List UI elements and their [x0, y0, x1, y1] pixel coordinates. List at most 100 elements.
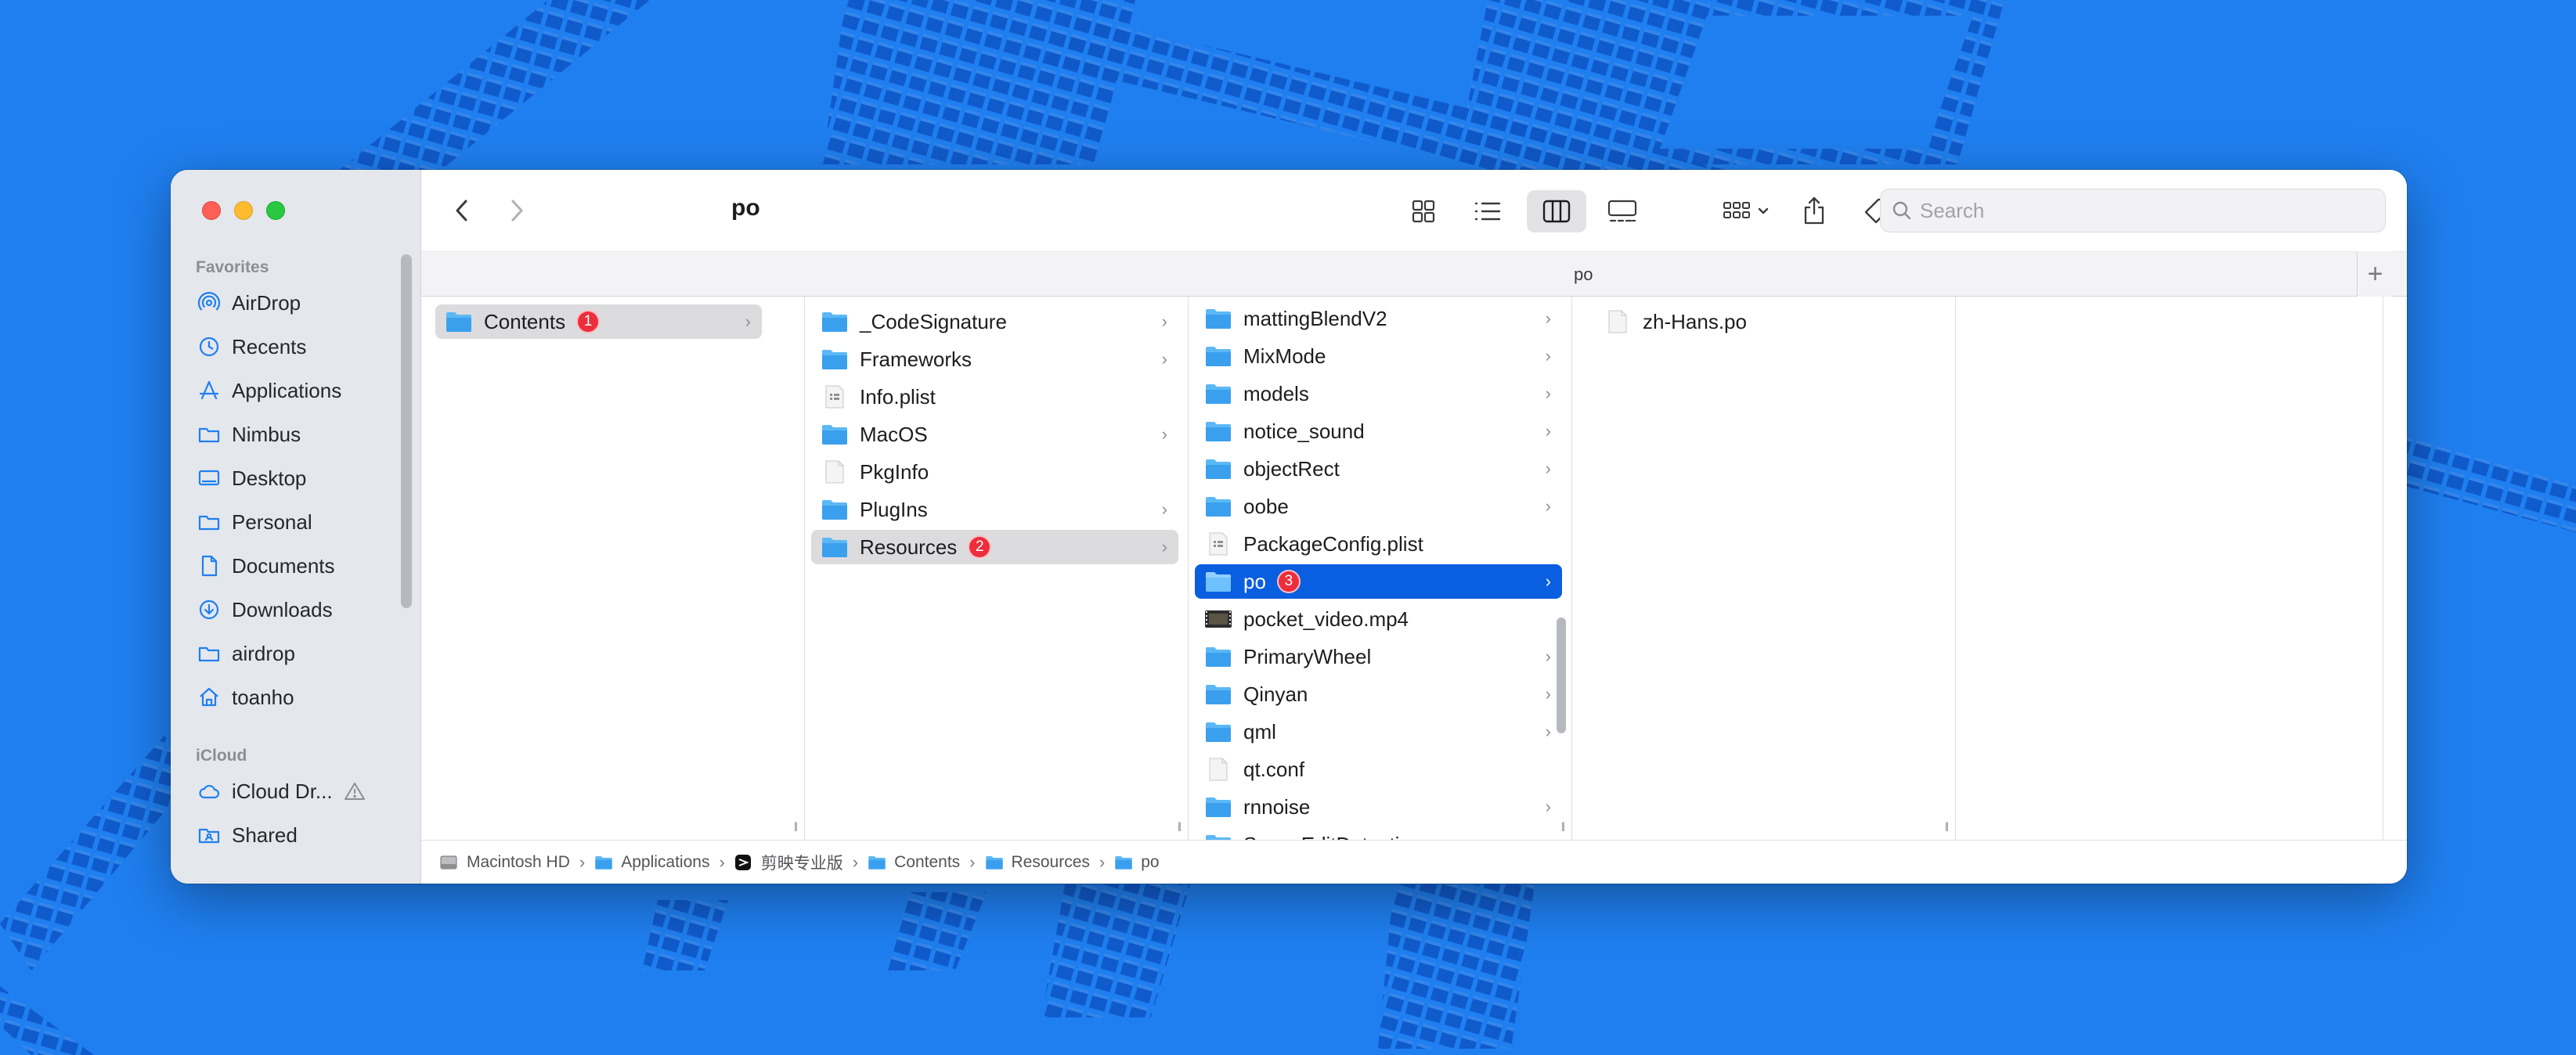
item-label: Resources	[860, 535, 958, 559]
list-item[interactable]: po 3 ›	[1195, 564, 1562, 599]
tag-badge: 2	[968, 535, 992, 559]
column-resize-handle[interactable]: ll	[1178, 821, 1182, 835]
sidebar-item-documents[interactable]: Documents	[197, 549, 335, 583]
folder-icon	[197, 423, 221, 446]
column-resize-handle[interactable]: ll	[794, 821, 798, 835]
gallery-view-button[interactable]	[1597, 192, 1647, 231]
folder-icon	[197, 510, 221, 534]
chevron-right-icon: ›	[1161, 537, 1167, 556]
list-item[interactable]: Info.plist	[811, 380, 1178, 414]
list-item[interactable]: models ›	[1195, 376, 1562, 411]
folder-icon	[594, 854, 615, 871]
path-item-resources[interactable]: Resources	[985, 853, 1090, 872]
path-item-label: 剪映专业版	[760, 854, 843, 873]
sidebar-item-airdrop-folder[interactable]: airdrop	[197, 636, 295, 671]
list-item[interactable]: Resources 2 ›	[811, 530, 1178, 564]
gallery-icon	[1607, 200, 1637, 222]
list-item[interactable]: PrimaryWheel ›	[1195, 639, 1562, 674]
column-scrollbar[interactable]	[1557, 618, 1566, 733]
sidebar-item-recents[interactable]: Recents	[197, 329, 306, 364]
path-separator: ›	[719, 852, 725, 872]
sidebar-item-personal[interactable]: Personal	[197, 505, 312, 539]
sidebar-item-label: toanho	[232, 685, 294, 709]
item-label: rnnoise	[1243, 794, 1311, 819]
tag-badge: 1	[576, 310, 601, 333]
sidebar-item-label: Documents	[232, 553, 335, 578]
column-resize-handle[interactable]: ll	[1561, 821, 1565, 835]
chevron-right-icon: ›	[1545, 346, 1551, 365]
search-field[interactable]	[1880, 189, 2386, 232]
list-item[interactable]: PkgInfo	[811, 455, 1178, 489]
list-item[interactable]: notice_sound ›	[1195, 414, 1562, 448]
path-item-macintosh-hd[interactable]: Macintosh HD	[440, 853, 570, 872]
sidebar-item-label: Desktop	[232, 466, 307, 490]
app-icon	[734, 854, 755, 871]
add-tab-button[interactable]: +	[2357, 251, 2393, 297]
sidebar-item-airdrop[interactable]: AirDrop	[197, 286, 301, 320]
list-item[interactable]: zh-Hans.po	[1594, 304, 1946, 339]
item-label: MixMode	[1243, 344, 1326, 368]
list-item[interactable]: oobe ›	[1195, 489, 1562, 524]
chevron-right-icon: ›	[1545, 383, 1551, 403]
list-item[interactable]: qt.conf	[1195, 752, 1562, 787]
forward-button[interactable]	[500, 193, 534, 228]
list-item[interactable]: mattingBlendV2 ›	[1195, 301, 1562, 336]
list-item[interactable]: pocket_video.mp4	[1195, 602, 1562, 636]
list-view-button[interactable]	[1463, 192, 1513, 231]
list-item[interactable]: objectRect ›	[1195, 452, 1562, 486]
sidebar-item-label: iCloud Dr...	[232, 779, 333, 803]
sidebar-item-downloads[interactable]: Downloads	[197, 592, 333, 627]
chevron-left-icon	[456, 200, 467, 221]
sidebar-item-desktop[interactable]: Desktop	[197, 461, 306, 495]
item-label: qml	[1243, 719, 1276, 744]
columns-icon	[1542, 200, 1571, 223]
back-button[interactable]	[445, 193, 479, 228]
folder-icon	[1204, 344, 1232, 368]
zoom-button[interactable]	[266, 201, 285, 220]
path-item-app[interactable]: 剪映专业版	[734, 851, 843, 874]
minimize-button[interactable]	[234, 201, 253, 220]
chevron-down-icon	[1758, 207, 1769, 214]
close-button[interactable]	[202, 201, 221, 220]
path-item-label: Applications	[621, 852, 710, 871]
path-item-applications[interactable]: Applications	[594, 853, 709, 872]
list-item[interactable]: MacOS ›	[811, 417, 1178, 452]
window-title: po	[731, 195, 760, 221]
sidebar-item-toanho[interactable]: toanho	[197, 680, 294, 715]
share-button[interactable]	[1793, 189, 1835, 232]
search-input[interactable]	[1920, 198, 2358, 223]
path-item-contents[interactable]: Contents	[868, 853, 960, 872]
item-label: _CodeSignature	[860, 309, 1007, 333]
sidebar-scrollbar[interactable]	[401, 254, 412, 608]
column-view-button[interactable]	[1527, 190, 1586, 232]
icon-view-button[interactable]	[1398, 192, 1449, 231]
folder-icon	[1204, 457, 1232, 481]
sidebar-item-label: airdrop	[232, 641, 295, 665]
folder-icon	[821, 423, 849, 446]
sidebar-item-label: Shared	[232, 823, 298, 847]
item-label: zh-Hans.po	[1643, 309, 1747, 333]
list-item[interactable]: Contents 1 ›	[435, 304, 762, 339]
list-item[interactable]: _CodeSignature ›	[811, 304, 1178, 339]
list-item[interactable]: Qinyan ›	[1195, 677, 1562, 711]
list-item[interactable]: PackageConfig.plist	[1195, 527, 1562, 561]
sidebar-item-icloud-drive[interactable]: iCloud Dr...	[197, 774, 366, 808]
sidebar-item-applications[interactable]: Applications	[197, 373, 341, 408]
group-by-button[interactable]	[1713, 192, 1779, 231]
sidebar-item-nimbus[interactable]: Nimbus	[197, 417, 301, 452]
chevron-right-icon: ›	[1545, 459, 1551, 478]
plist-file-icon	[1204, 532, 1232, 556]
sidebar-item-label: Downloads	[232, 597, 333, 621]
folder-icon	[197, 642, 221, 665]
sidebar-item-shared[interactable]: Shared	[197, 818, 298, 852]
column-resize-handle[interactable]: ll	[1945, 821, 1949, 835]
list-item[interactable]: Frameworks ›	[811, 342, 1178, 376]
list-item[interactable]: rnnoise ›	[1195, 790, 1562, 824]
list-item[interactable]: PlugIns ›	[811, 492, 1178, 527]
list-item[interactable]: qml ›	[1195, 715, 1562, 749]
path-item-po[interactable]: po	[1114, 853, 1160, 872]
browser-column-1: Contents 1 › ll	[421, 297, 805, 841]
folder-icon	[1204, 570, 1232, 593]
browser-column-4: zh-Hans.po ll	[1572, 297, 1956, 841]
list-item[interactable]: MixMode ›	[1195, 339, 1562, 373]
